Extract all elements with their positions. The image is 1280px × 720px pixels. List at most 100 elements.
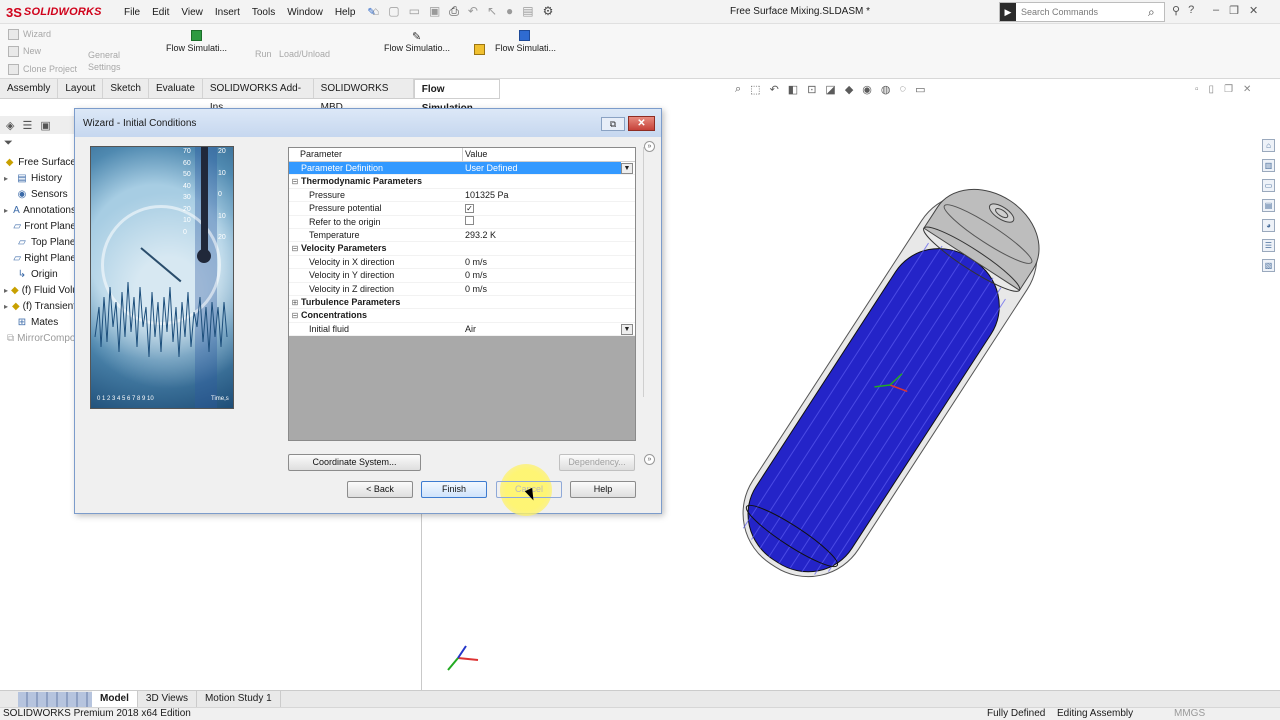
tab-model[interactable]: Model [92, 691, 138, 707]
resources-icon[interactable]: ⌂ [1262, 139, 1275, 152]
general-settings-button[interactable]: General Settings [88, 49, 148, 73]
param-cell[interactable]: Refer to the origin [289, 216, 463, 228]
previous-view-icon[interactable]: ↶ [770, 83, 779, 96]
grid-row[interactable]: Velocity in X direction 0 m/s [289, 255, 635, 270]
value-cell[interactable]: User Defined [463, 162, 621, 175]
forum-icon[interactable]: ▧ [1262, 259, 1275, 272]
zoom-area-icon[interactable]: ⬚ [750, 83, 760, 96]
tree-item[interactable]: ⧉MirrorComponent [4, 333, 76, 344]
file-properties-icon[interactable]: ▤ [522, 4, 533, 19]
config-manager-icon[interactable]: ▣ [40, 119, 50, 132]
hide-show-icon[interactable]: ◉ [862, 83, 872, 96]
param-cell[interactable]: Velocity in Z direction [289, 283, 463, 295]
view-min-icon[interactable]: ▫ [1195, 84, 1199, 95]
tree-item[interactable]: ◉ Sensors [4, 189, 76, 200]
run-button[interactable]: Run [255, 49, 272, 59]
expand-icon[interactable]: ▸ [4, 302, 9, 311]
param-cell[interactable]: Pressure potential [289, 202, 463, 214]
param-cell[interactable]: ⊟ Velocity Parameters [289, 242, 463, 254]
param-cell[interactable]: ⊞ Turbulence Parameters [289, 296, 463, 308]
value-cell[interactable] [463, 242, 621, 254]
param-cell[interactable]: Parameter Definition [289, 162, 463, 175]
param-cell[interactable]: Velocity in X direction [289, 256, 463, 268]
file-explorer-icon[interactable]: ▭ [1262, 179, 1275, 192]
coordinate-system-button[interactable]: Coordinate System... [288, 454, 421, 471]
dynamic-annotation-icon[interactable]: ⊡ [807, 83, 816, 96]
view-settings-icon[interactable]: ▭ [915, 83, 925, 96]
print-icon[interactable]: ⎙ [449, 4, 459, 19]
user-icon[interactable]: ⚲ [1172, 4, 1180, 17]
grid-row[interactable]: Parameter Definition User Defined ▼ [289, 162, 635, 176]
undo-icon[interactable]: ↶ [468, 4, 478, 19]
menu-tools[interactable]: Tools [246, 7, 281, 18]
new-button[interactable]: New [8, 46, 41, 58]
param-cell[interactable]: Temperature [289, 229, 463, 241]
custom-properties-icon[interactable]: ☰ [1262, 239, 1275, 252]
close-window-icon[interactable]: ✕ [1249, 4, 1258, 17]
tree-item[interactable]: ▸ A Annotations [4, 205, 76, 216]
tree-item[interactable]: ▸◆(f) Fluid Volume [4, 285, 76, 296]
select-icon[interactable]: ↖ [487, 4, 497, 19]
dropdown-arrow-icon[interactable]: ▼ [621, 163, 633, 174]
home-icon[interactable]: ⌂ [372, 4, 379, 19]
tank-model[interactable] [700, 145, 1080, 625]
value-cell[interactable]: Air [463, 323, 621, 335]
design-library-icon[interactable]: ▥ [1262, 159, 1275, 172]
property-manager-icon[interactable]: ☰ [22, 119, 32, 132]
tab-3d-views[interactable]: 3D Views [138, 691, 197, 707]
section-view-icon[interactable]: ◧ [788, 83, 798, 96]
tree-item[interactable]: ▸ ▤ History [4, 173, 76, 184]
grid-group-row[interactable]: ⊟ Concentrations [289, 309, 635, 323]
filter-icon[interactable]: ⏷ [4, 137, 13, 150]
tab-layout[interactable]: Layout [58, 79, 104, 98]
menu-edit[interactable]: Edit [146, 7, 175, 18]
zoom-fit-icon[interactable]: ⌕ [735, 83, 741, 96]
load-unload-button[interactable]: Load/Unload [279, 49, 330, 59]
dropdown-arrow-icon[interactable]: ▼ [621, 323, 633, 335]
search-commands[interactable]: ▶ Search Commands ⌕ [999, 2, 1165, 22]
grid-row[interactable]: Velocity in Y direction 0 m/s [289, 269, 635, 283]
wizard-button[interactable]: Wizard [8, 29, 51, 41]
value-cell[interactable] [463, 296, 621, 308]
tab-motion-study[interactable]: Motion Study 1 [197, 691, 281, 707]
restore-icon[interactable]: ❐ [1229, 4, 1239, 17]
tab-flow-simulation[interactable]: Flow Simulation [413, 79, 500, 114]
display-style-icon[interactable]: ◆ [845, 83, 853, 96]
collapse-down-icon[interactable]: » [644, 454, 655, 465]
expand-icon[interactable]: ▸ [4, 206, 10, 215]
collapse-group-icon[interactable]: ⊟ [289, 242, 301, 254]
column-parameter[interactable]: Parameter [289, 148, 463, 161]
tab-addins[interactable]: SOLIDWORKS Add-Ins [203, 79, 314, 113]
tab-sketch[interactable]: Sketch [103, 79, 149, 98]
open-file-icon[interactable]: ▭ [409, 4, 420, 19]
finish-button[interactable]: Finish [421, 481, 487, 498]
tree-item[interactable]: ▱ Right Plane [4, 253, 76, 264]
apply-scene-icon[interactable]: ◌ [900, 83, 907, 96]
param-cell[interactable]: ⊟ Concentrations [289, 309, 463, 321]
flow-sim-results-button[interactable]: ✎ Flow Simulatio... [384, 30, 450, 53]
collapse-group-icon[interactable]: ⊟ [289, 175, 301, 187]
grid-scrollbar[interactable] [643, 147, 651, 397]
status-units[interactable]: MMGS [1174, 708, 1205, 720]
expand-icon[interactable]: ▸ [4, 174, 13, 183]
menu-insert[interactable]: Insert [209, 7, 246, 18]
menu-window[interactable]: Window [281, 7, 329, 18]
dependency-button[interactable]: Dependency... [559, 454, 635, 471]
view-close-icon[interactable]: ✕ [1243, 84, 1251, 95]
column-value[interactable]: Value [463, 148, 635, 161]
expand-icon[interactable]: ▸ [4, 286, 8, 295]
grid-row[interactable]: Initial fluid Air ▼ [289, 322, 635, 337]
value-cell[interactable] [463, 215, 621, 228]
grid-group-row[interactable]: ⊞ Turbulence Parameters [289, 296, 635, 310]
menu-file[interactable]: File [118, 7, 146, 18]
grid-row[interactable]: Pressure potential ✓ [289, 202, 635, 216]
tab-evaluate[interactable]: Evaluate [149, 79, 203, 98]
help-icon[interactable]: ? [1188, 4, 1194, 17]
value-cell[interactable]: 0 m/s [463, 256, 621, 268]
checkbox-unchecked[interactable] [465, 215, 474, 225]
save-icon[interactable]: ▣ [429, 4, 440, 19]
grid-row[interactable]: Refer to the origin [289, 215, 635, 229]
flow-sim-tools-button[interactable]: Flow Simulati... [495, 30, 556, 53]
tab-mbd[interactable]: SOLIDWORKS MBD [314, 79, 414, 113]
grid-row[interactable]: Velocity in Z direction 0 m/s [289, 282, 635, 296]
